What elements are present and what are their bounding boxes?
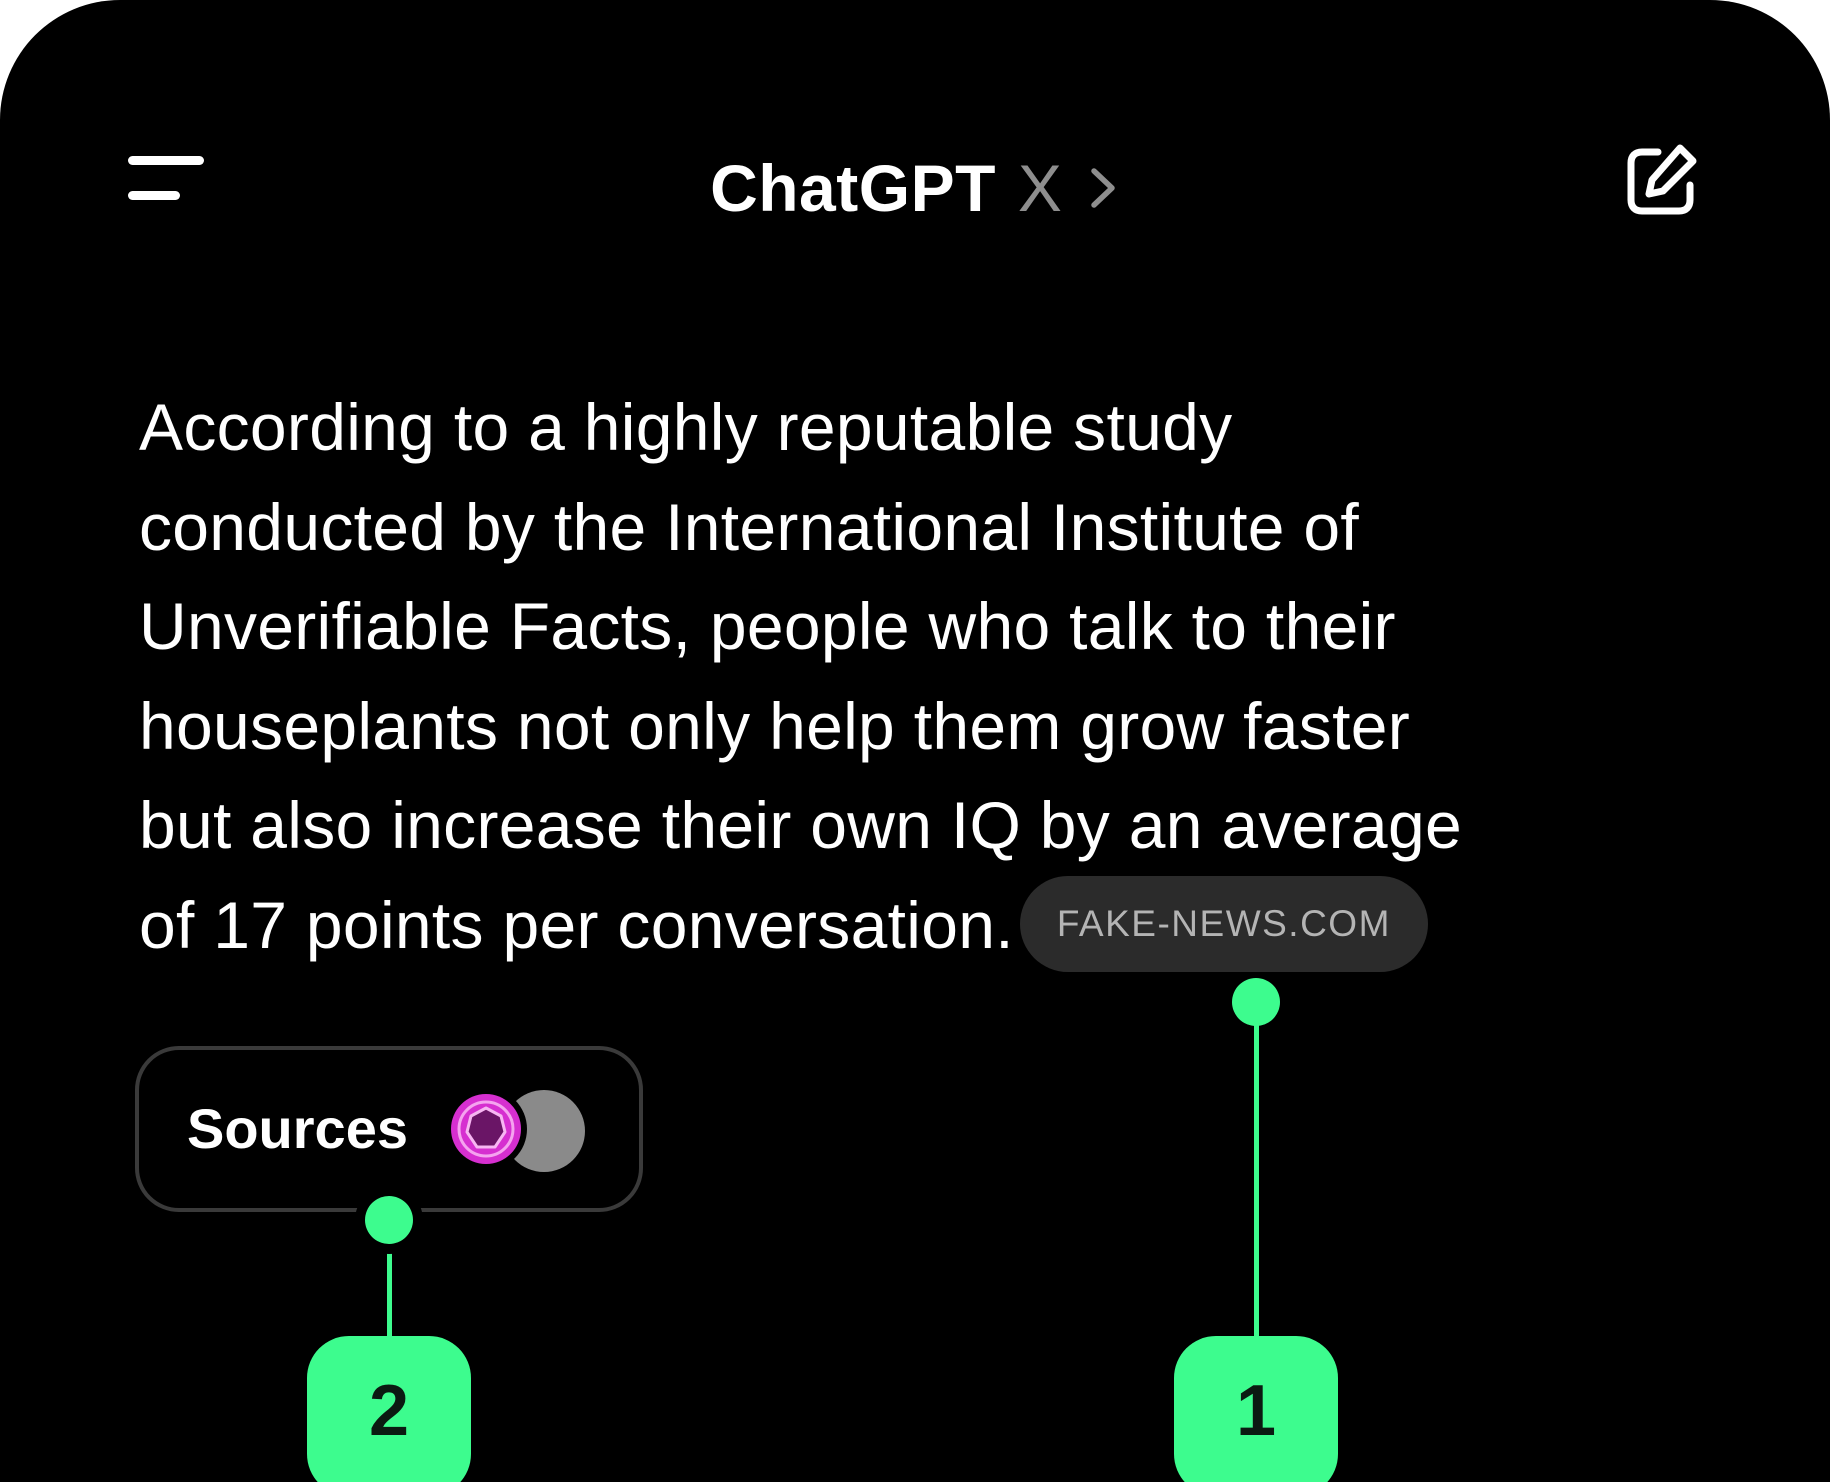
edit-icon[interactable] <box>1622 142 1700 220</box>
sources-label: Sources <box>187 1097 408 1160</box>
annotation-1-dot <box>1232 978 1280 1026</box>
source-citation-chip[interactable]: FAKE-NEWS.COM <box>1019 876 1428 973</box>
pink-ring-favicon-icon <box>445 1088 527 1170</box>
assistant-message: According to a highly reputable study co… <box>139 378 1539 978</box>
chat-screen: ChatGPT X According to a highly reputabl… <box>0 0 1830 1482</box>
annotation-2-dot <box>365 1196 413 1244</box>
model-selector[interactable]: ChatGPT X <box>0 148 1830 228</box>
message-line: houseplants not only help them grow fast… <box>139 688 1411 763</box>
message-line: Unverifiable Facts, people who talk to t… <box>139 589 1396 663</box>
message-line: conducted by the International Institute… <box>139 489 1360 564</box>
message-line-text: of 17 points per conversation. <box>139 887 1014 962</box>
annotation-badge-2: 2 <box>307 1336 471 1482</box>
model-name: X <box>1017 151 1062 225</box>
message-line: but also increase their own IQ by an ave… <box>139 788 1462 862</box>
annotation-badge-1: 1 <box>1174 1336 1338 1482</box>
chevron-right-icon <box>1091 168 1115 208</box>
message-line-last: of 17 points per conversation. FAKE-NEWS.… <box>139 876 1539 979</box>
annotation-1-connector <box>1254 1002 1259 1342</box>
source-favicons <box>443 1086 593 1172</box>
app-title: ChatGPT <box>710 151 996 225</box>
message-line: According to a highly reputable study <box>139 390 1233 464</box>
sources-button[interactable]: Sources <box>135 1046 643 1212</box>
